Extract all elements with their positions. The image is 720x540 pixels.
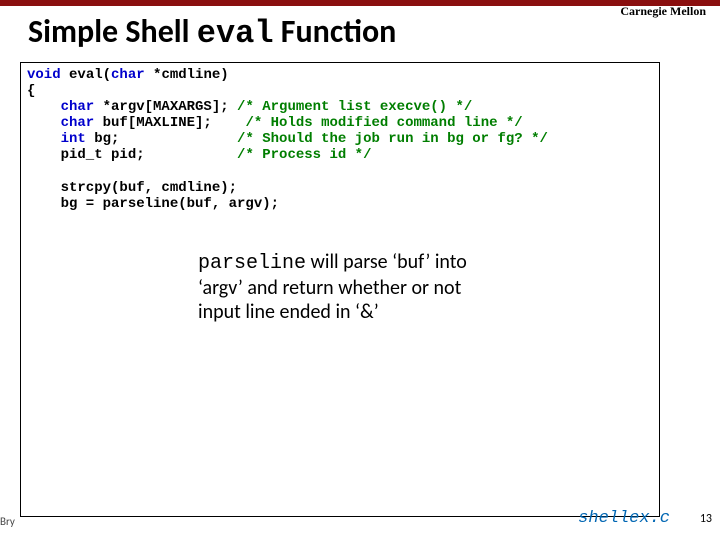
code-comment: /* Should the job run in bg or fg? */ — [237, 131, 548, 147]
page-number: 13 — [700, 512, 712, 526]
code-text: { — [27, 83, 35, 99]
code-text: buf[MAXLINE]; — [94, 115, 245, 131]
code-kw: int — [27, 131, 86, 147]
code-comment: /* Argument list execve() */ — [237, 99, 472, 115]
callout-box: parseline will parse ‘buf’ into ‘argv’ a… — [184, 240, 518, 338]
title-post: Function — [274, 12, 397, 51]
code-comment: /* Holds modified command line */ — [245, 115, 522, 131]
code-kw: char — [27, 115, 94, 131]
code-kw: char — [27, 99, 94, 115]
callout-code: parseline — [198, 252, 306, 275]
code-text: *cmdline) — [145, 67, 229, 83]
code-kw: char — [111, 67, 145, 83]
code-text: eval( — [61, 67, 111, 83]
code-text: bg; — [86, 131, 237, 147]
affiliation-label: Carnegie Mellon — [620, 4, 706, 19]
slide: Carnegie Mellon Simple Shell eval Functi… — [0, 0, 720, 540]
code-text: pid; — [103, 147, 237, 163]
code-kw: void — [27, 67, 61, 83]
slide-title: Simple Shell eval Function — [28, 14, 396, 51]
top-accent-bar — [0, 0, 720, 6]
author-cropped: Bry — [0, 515, 15, 528]
code-comment: /* Process id */ — [237, 147, 371, 163]
title-code: eval — [197, 15, 274, 52]
code-text: bg = parseline(buf, argv); — [27, 196, 279, 212]
title-pre: Simple Shell — [28, 12, 197, 51]
code-text: *argv[MAXARGS]; — [94, 99, 237, 115]
code-text: pid_t — [27, 147, 103, 163]
source-filename: shellex.c — [578, 509, 670, 528]
code-text: strcpy(buf, cmdline); — [27, 180, 237, 196]
